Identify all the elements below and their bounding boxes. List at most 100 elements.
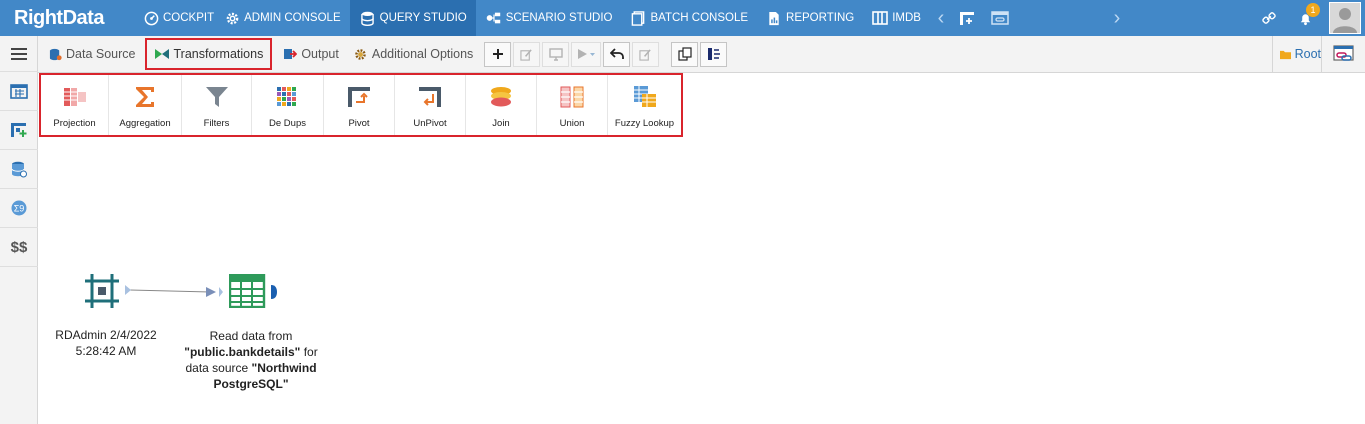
filters-button[interactable]: Filters — [182, 75, 252, 135]
pivot-button[interactable]: Pivot — [324, 75, 395, 135]
link-icon[interactable] — [1251, 0, 1287, 36]
align-icon — [707, 48, 720, 60]
nav-label: REPORTING — [786, 12, 855, 24]
projection-icon — [62, 84, 88, 110]
bell-icon[interactable]: 1 — [1287, 0, 1323, 36]
ribbon-label: De Dups — [269, 118, 306, 129]
ribbon-label: Union — [559, 118, 585, 129]
connector-edge[interactable] — [38, 137, 338, 337]
report-icon — [765, 9, 783, 27]
user-avatar[interactable] — [1329, 2, 1361, 34]
nav-imdb[interactable]: IMDB — [863, 0, 930, 36]
user-node-icon[interactable] — [84, 273, 120, 309]
projection-button[interactable]: Projection — [41, 75, 109, 135]
align-button[interactable] — [700, 41, 728, 67]
nav-batch-console[interactable]: BATCH CONSOLE — [621, 0, 757, 36]
data-source-icon — [47, 46, 63, 62]
root-folder[interactable]: Root — [1271, 36, 1321, 72]
node-caption-text: data source — [185, 361, 252, 375]
chevron-left-icon[interactable]: ‹ — [930, 7, 952, 30]
node-caption-line: RDAdmin 2/4/2022 — [55, 328, 157, 342]
nav-extra-1[interactable] — [952, 0, 985, 36]
union-button[interactable]: Union — [537, 75, 608, 135]
left-sidebar: Σ9 $$ — [0, 36, 38, 424]
tab-output[interactable]: Output — [275, 38, 346, 70]
rightdata-logo[interactable]: RightData — [0, 0, 142, 36]
ribbon-label: Join — [492, 118, 510, 129]
ribbon-label: Aggregation — [119, 118, 171, 129]
nav-extra-2[interactable] — [985, 0, 1018, 36]
tab-transformations[interactable]: Transformations — [145, 38, 273, 70]
query-toolbar: Data Source Transformations Output Addit… — [38, 36, 1365, 73]
join-icon — [488, 84, 514, 110]
ribbon-label: Projection — [53, 118, 96, 129]
nav-label: QUERY STUDIO — [379, 12, 467, 24]
cockpit-icon — [142, 9, 160, 27]
edit-note-icon — [639, 48, 652, 61]
nav-label: IMDB — [892, 12, 921, 24]
datasource-name-text: "Northwind — [251, 361, 317, 375]
tab-data-source[interactable]: Data Source — [40, 38, 142, 70]
gear-icon — [353, 46, 369, 62]
sidebar-table-add-icon[interactable] — [0, 111, 38, 150]
scenario-icon — [485, 9, 503, 27]
query-canvas[interactable]: RDAdmin 2/4/2022 5:28:42 AM Read data fr… — [38, 137, 1365, 424]
root-label: Root — [1294, 47, 1321, 61]
copy-button[interactable] — [671, 41, 699, 67]
nav-label: BATCH CONSOLE — [650, 12, 749, 24]
logo-text: RightData — [14, 6, 104, 29]
tab-label: Transformations — [173, 47, 264, 61]
unpivot-button[interactable]: UnPivot — [395, 75, 466, 135]
output-port-icon[interactable] — [270, 285, 278, 304]
window-link-icon — [991, 9, 1009, 27]
sidebar-dollar-button[interactable]: $$ — [0, 228, 38, 267]
fuzzy-lookup-button[interactable]: Fuzzy Lookup — [608, 75, 681, 135]
table-add-icon — [958, 9, 976, 27]
top-navigation: RightData COCKPIT ADMIN CONSOLE QUERY ST… — [0, 0, 1365, 36]
monitor-icon — [549, 47, 563, 61]
run-button[interactable] — [571, 41, 602, 67]
nav-scenario-studio[interactable]: SCENARIO STUDIO — [476, 0, 622, 36]
unpivot-icon — [417, 84, 443, 110]
ribbon-label: Pivot — [348, 118, 370, 129]
table-node-icon[interactable] — [228, 273, 267, 309]
nav-admin-console[interactable]: ADMIN CONSOLE — [223, 0, 350, 36]
dollar-label: $$ — [10, 238, 28, 256]
chevron-right-icon[interactable]: › — [1106, 7, 1128, 30]
undo-button[interactable] — [603, 41, 631, 67]
nav-reporting[interactable]: REPORTING — [757, 0, 863, 36]
fuzzy-lookup-icon — [632, 84, 658, 110]
edit-icon — [520, 48, 533, 61]
sidebar-sigma-icon[interactable]: Σ9 — [0, 189, 38, 228]
preview-button[interactable] — [542, 41, 570, 67]
add-button[interactable] — [484, 41, 512, 67]
de-dups-button[interactable]: De Dups — [252, 75, 324, 135]
nav-cockpit[interactable]: COCKPIT — [142, 0, 223, 36]
window-link-icon[interactable] — [1321, 36, 1365, 72]
output-icon — [282, 46, 298, 62]
nav-right-tools: 1 — [1251, 0, 1365, 36]
filter-icon — [204, 84, 230, 110]
sidebar-calendar-table-icon[interactable] — [0, 72, 38, 111]
gear-icon — [223, 9, 241, 27]
edit-note-button[interactable] — [632, 41, 660, 67]
nav-query-studio[interactable]: QUERY STUDIO — [349, 0, 476, 36]
aggregation-button[interactable]: Aggregation — [109, 75, 182, 135]
database-icon — [359, 9, 377, 27]
node-caption-read-data: Read data from "public.bankdetails" for … — [176, 328, 326, 392]
ribbon-label: UnPivot — [413, 118, 447, 129]
hamburger-menu-icon[interactable] — [0, 36, 38, 72]
edit-button[interactable] — [513, 41, 541, 67]
node-caption-text: Read data from — [209, 329, 293, 343]
tab-additional-options[interactable]: Additional Options — [346, 38, 480, 70]
join-button[interactable]: Join — [466, 75, 537, 135]
transformations-icon — [154, 46, 170, 62]
tab-label: Output — [301, 47, 339, 61]
imdb-icon — [871, 9, 889, 27]
datasource-name-text: PostgreSQL" — [213, 377, 289, 391]
node-caption-user: RDAdmin 2/4/2022 5:28:42 AM — [46, 327, 166, 359]
play-icon — [578, 49, 596, 59]
sidebar-database-icon[interactable] — [0, 150, 38, 189]
plus-icon — [492, 49, 503, 59]
ribbon-label: Filters — [203, 118, 230, 129]
